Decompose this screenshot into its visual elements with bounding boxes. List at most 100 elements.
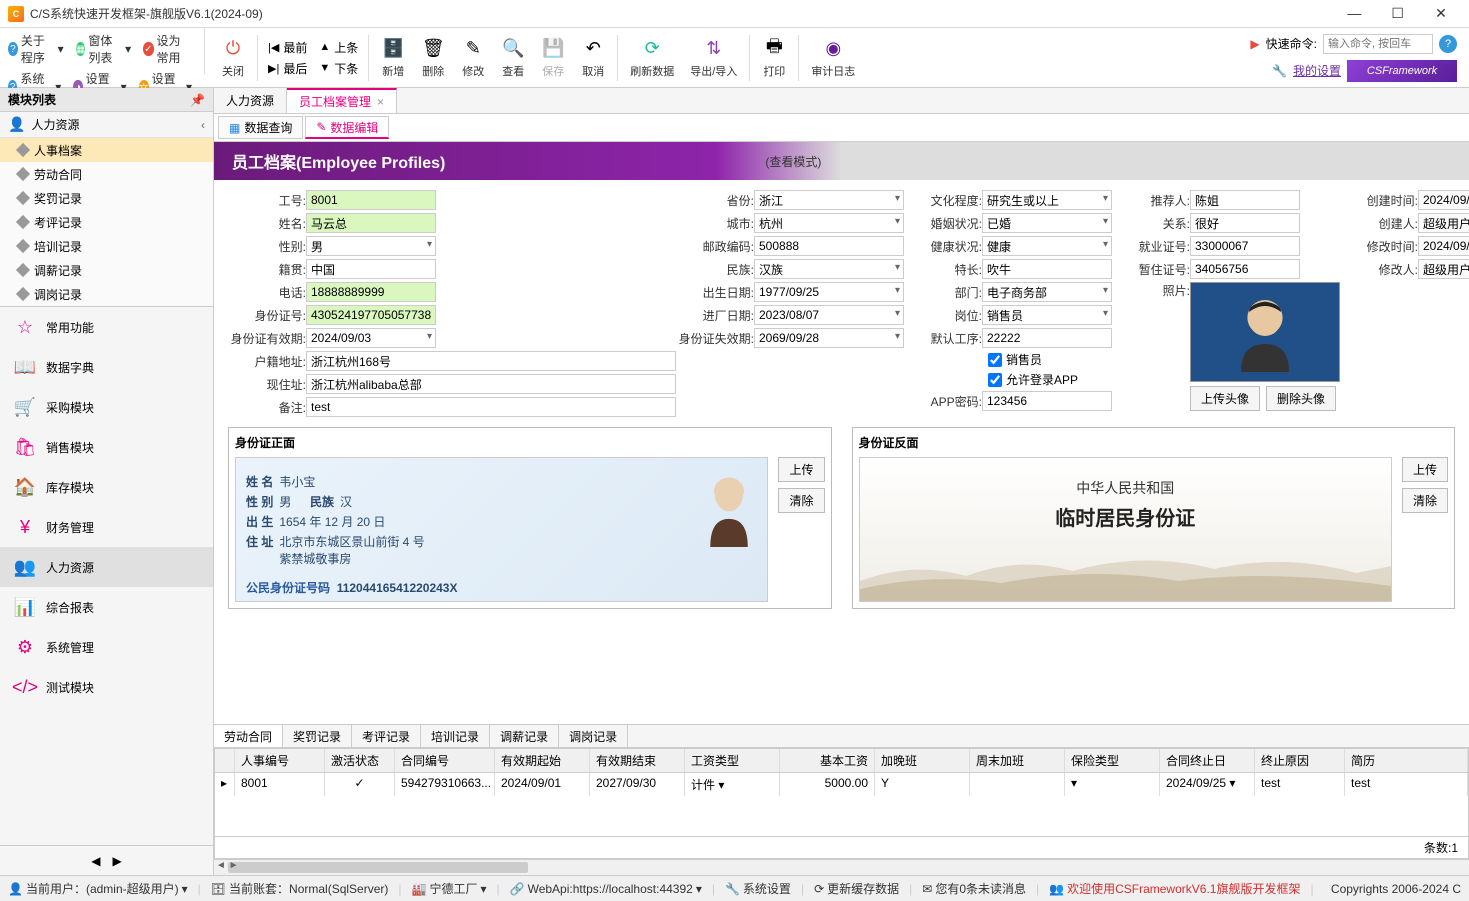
relation-input[interactable] — [1190, 213, 1300, 233]
city-select[interactable] — [754, 213, 904, 233]
btab-salary[interactable]: 调薪记录 — [490, 725, 559, 747]
add-button[interactable]: 🗄️新增 — [373, 35, 413, 81]
data-grid[interactable]: 人事编号 激活状态 合同编号 有效期起始 有效期结束 工资类型 基本工资 加晚班… — [214, 748, 1469, 859]
clear-back-button[interactable]: 清除 — [1402, 488, 1448, 513]
edit-button[interactable]: ✎修改 — [453, 35, 493, 81]
delete-avatar-button[interactable]: 删除头像 — [1266, 386, 1336, 411]
mod-test[interactable]: </>测试模块 — [0, 667, 213, 707]
last-button[interactable]: ▶| 最后 — [268, 60, 307, 77]
close-tab-icon[interactable]: × — [377, 95, 384, 109]
idvalid-input[interactable] — [306, 328, 436, 348]
close-button[interactable]: ⏻关闭 — [213, 35, 253, 81]
sb-webapi[interactable]: 🔗 WebApi:https://localhost:44392 ▾ — [510, 882, 702, 896]
upload-front-button[interactable]: 上传 — [778, 457, 824, 482]
mod-system[interactable]: ⚙系统管理 — [0, 627, 213, 667]
referrer-input[interactable] — [1190, 190, 1300, 210]
hukou-input[interactable] — [306, 351, 676, 371]
cancel-button[interactable]: ↶取消 — [573, 35, 613, 81]
proc-input[interactable] — [982, 328, 1112, 348]
upload-avatar-button[interactable]: 上传头像 — [1190, 386, 1260, 411]
gender-select[interactable] — [306, 236, 436, 256]
joindate-input[interactable] — [754, 305, 904, 325]
workno-input[interactable] — [1190, 236, 1300, 256]
sb-user[interactable]: 👤 当前用户：(admin-超级用户) ▾ — [8, 880, 188, 897]
post-select[interactable] — [982, 305, 1112, 325]
province-select[interactable] — [754, 190, 904, 210]
sidebar-item-transfer[interactable]: 调岗记录 — [0, 282, 213, 306]
btab-transfer[interactable]: 调岗记录 — [559, 725, 628, 747]
quickcmd-input[interactable] — [1323, 34, 1433, 54]
mod-purchase[interactable]: 🛒采购模块 — [0, 387, 213, 427]
btab-eval[interactable]: 考评记录 — [352, 725, 421, 747]
audit-button[interactable]: ◉审计日志 — [803, 35, 863, 81]
sb-factory[interactable]: 🏭 宁德工厂 ▾ — [412, 880, 487, 897]
mod-report[interactable]: 📊综合报表 — [0, 587, 213, 627]
dept-select[interactable] — [982, 282, 1112, 302]
upload-back-button[interactable]: 上传 — [1402, 457, 1448, 482]
mod-stock[interactable]: 🏠库存模块 — [0, 467, 213, 507]
horizontal-scrollbar[interactable] — [214, 859, 1469, 875]
remark-input[interactable] — [306, 397, 676, 417]
set-default-menu[interactable]: ✓设为常用 — [143, 32, 192, 66]
sidebar-item-contract[interactable]: 劳动合同 — [0, 162, 213, 186]
skill-input[interactable] — [982, 259, 1112, 279]
phone-input[interactable] — [306, 282, 436, 302]
btab-train[interactable]: 培训记录 — [421, 725, 490, 747]
tab-profile[interactable]: 员工档案管理× — [287, 88, 397, 113]
winlist-menu[interactable]: ▦窗体列表 ▾ — [76, 32, 132, 66]
sidebar-section-hr[interactable]: 👤 人力资源 ‹ — [0, 112, 213, 138]
delete-button[interactable]: 🗑删除 — [413, 35, 453, 81]
sidebar-item-reward[interactable]: 奖罚记录 — [0, 186, 213, 210]
view-button[interactable]: 🔍查看 — [493, 35, 533, 81]
nationality-input[interactable] — [306, 259, 436, 279]
next-button[interactable]: ▼ 下条 — [319, 60, 358, 77]
health-select[interactable] — [982, 236, 1112, 256]
help-icon[interactable]: ? — [1439, 35, 1457, 53]
btab-reward[interactable]: 奖罚记录 — [283, 725, 352, 747]
clear-front-button[interactable]: 清除 — [778, 488, 824, 513]
canlogin-checkbox[interactable] — [988, 373, 1002, 387]
first-button[interactable]: |◀ 最前 — [268, 39, 307, 56]
name-input[interactable] — [306, 213, 436, 233]
ethnic-select[interactable] — [754, 259, 904, 279]
btab-contract[interactable]: 劳动合同 — [214, 725, 283, 747]
addr-input[interactable] — [306, 374, 676, 394]
impexp-button[interactable]: ⇅导出/导入 — [682, 35, 745, 81]
mod-common[interactable]: ☆常用功能 — [0, 307, 213, 347]
sb-msg[interactable]: ✉ 您有0条未读消息 — [922, 880, 1026, 897]
sb-settings[interactable]: 🔧 系统设置 — [725, 880, 791, 897]
marital-select[interactable] — [982, 213, 1112, 233]
table-row[interactable]: ▸ 8001 ✓ 594279310663... 2024/09/01 2027… — [215, 773, 1468, 796]
tempno-input[interactable] — [1190, 259, 1300, 279]
sidebar-item-train[interactable]: 培训记录 — [0, 234, 213, 258]
my-settings-link[interactable]: 我的设置 — [1293, 62, 1341, 79]
pin-icon[interactable]: 📌 — [190, 93, 205, 107]
subtab-query[interactable]: ▦数据查询 — [218, 116, 303, 139]
sidebar-item-eval[interactable]: 考评记录 — [0, 210, 213, 234]
minimize-button[interactable]: — — [1334, 5, 1374, 21]
empno-input[interactable] — [306, 190, 436, 210]
idexpire-input[interactable] — [754, 328, 904, 348]
window-title: C/S系统快速开发框架-旗舰版V6.1(2024-09) — [30, 5, 1334, 22]
sidebar-item-salary[interactable]: 调薪记录 — [0, 258, 213, 282]
mod-hr[interactable]: 👥人力资源 — [0, 547, 213, 587]
tab-hr[interactable]: 人力资源 — [214, 88, 287, 113]
mod-dict[interactable]: 📖数据字典 — [0, 347, 213, 387]
refresh-button[interactable]: ⟳刷新数据 — [622, 35, 682, 81]
postcode-input[interactable] — [754, 236, 904, 256]
sidebar-item-profile[interactable]: 人事档案 — [0, 138, 213, 162]
idno-input[interactable] — [306, 305, 436, 325]
edu-select[interactable] — [982, 190, 1112, 210]
apppwd-input[interactable] — [982, 391, 1112, 411]
issales-checkbox[interactable] — [988, 353, 1002, 367]
prev-button[interactable]: ▲ 上条 — [319, 39, 358, 56]
subtab-edit[interactable]: ✎数据编辑 — [305, 116, 389, 139]
mod-sales[interactable]: 🛍销售模块 — [0, 427, 213, 467]
maximize-button[interactable]: ☐ — [1378, 5, 1418, 22]
about-menu[interactable]: ?关于程序 ▾ — [8, 32, 64, 66]
birth-input[interactable] — [754, 282, 904, 302]
sb-cache[interactable]: ⟳ 更新缓存数据 — [814, 880, 899, 897]
mod-finance[interactable]: ¥财务管理 — [0, 507, 213, 547]
print-button[interactable]: 🖶打印 — [754, 35, 794, 81]
close-window-button[interactable]: ✕ — [1421, 5, 1461, 22]
